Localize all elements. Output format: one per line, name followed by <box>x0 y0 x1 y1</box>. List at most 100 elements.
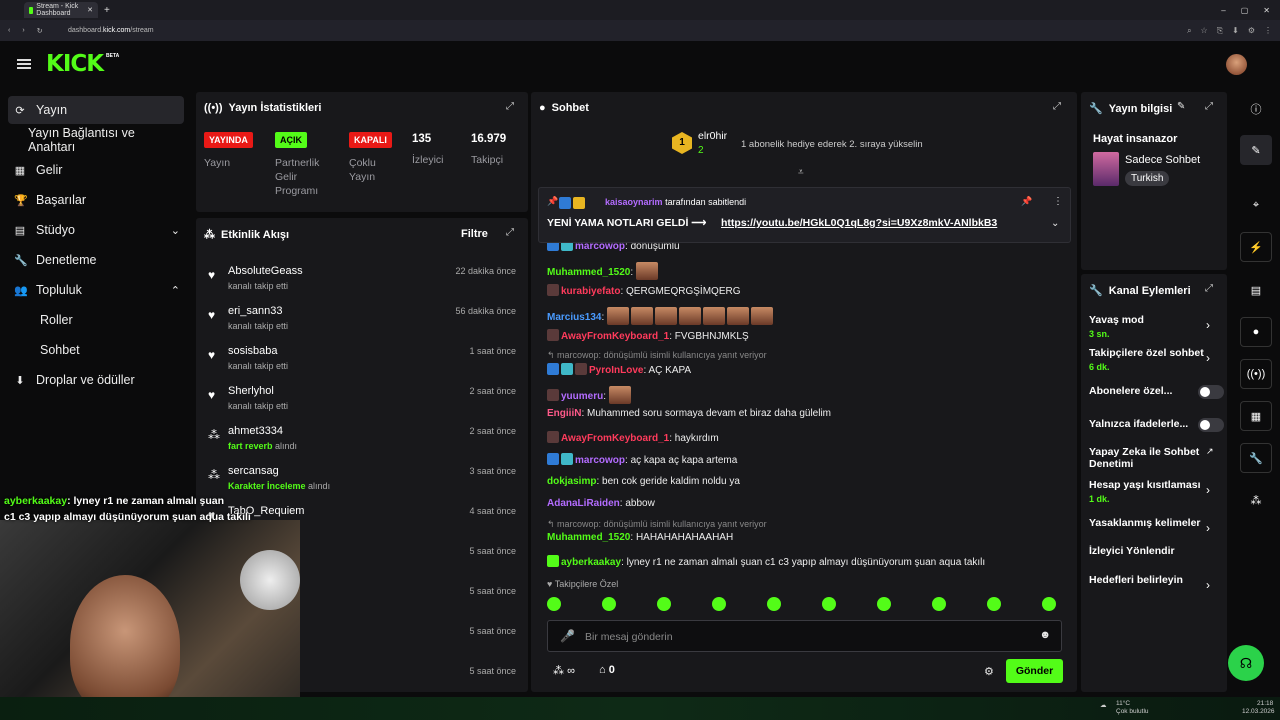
reply-indicator[interactable]: ↰ marcowop: dönüşümlü isimli kullanıcıya… <box>547 350 767 361</box>
channel-action-item[interactable]: Yavaş mod 3 sn. <box>1089 314 1224 339</box>
chat-username[interactable]: dokjasimp <box>547 476 596 487</box>
sidebar-item-studio[interactable]: ▤ Stüdyo ⌄ <box>8 216 184 244</box>
community-icon[interactable]: ⁂ <box>1240 485 1272 515</box>
expand-icon[interactable]: ⤢ <box>1205 101 1213 112</box>
unpin-icon[interactable]: 📌 <box>1021 196 1032 207</box>
pinned-message[interactable]: 📌 kaisaoynarim tarafından sabitlendi YEN… <box>538 187 1071 243</box>
maximize-button[interactable]: ▢ <box>1241 6 1249 15</box>
chat-settings-icon[interactable]: ⚙ <box>984 665 994 678</box>
chevron-down-icon[interactable]: ⌄ <box>1051 218 1059 229</box>
user-avatar[interactable] <box>1226 54 1247 75</box>
search-icon[interactable]: ⌕ <box>1187 26 1191 36</box>
copy-icon[interactable]: ⎘ <box>1217 26 1223 36</box>
quick-emote-icon[interactable] <box>877 597 891 611</box>
toggle-switch[interactable] <box>1198 418 1224 432</box>
chat-input[interactable]: 🎤 Bir mesaj gönderin ☻ <box>547 620 1062 652</box>
screen-share-icon[interactable]: ⌖ <box>1240 190 1272 220</box>
activity-user[interactable]: AbsoluteGeass <box>228 265 303 277</box>
close-tab-icon[interactable]: ✕ <box>87 6 93 14</box>
channel-action-item[interactable]: Yapay Zeka ile Sohbet Denetimi <box>1089 446 1224 470</box>
url-field[interactable]: dashboard.kick.com/stream <box>68 27 154 34</box>
pinned-link[interactable]: https://youtu.be/HGkL0Q1qL8g?si=U9Xz8mkV… <box>721 217 997 229</box>
channel-action-item[interactable]: Yasaklanmış kelimeler <box>1089 517 1224 529</box>
chevron-right-icon[interactable]: › <box>1206 521 1210 535</box>
microphone-icon[interactable]: 🎤 <box>560 629 575 643</box>
broadcast-icon[interactable]: ((•)) <box>1240 359 1272 389</box>
reply-indicator[interactable]: ↰ marcowop: dönüşümlü isimli kullanıcıya… <box>547 519 767 530</box>
emoji-icon[interactable]: ☻ <box>1039 629 1051 641</box>
chat-username[interactable]: AdanaLiRaiden <box>547 498 620 509</box>
flash-icon[interactable]: ⚡ <box>1240 232 1272 262</box>
top-gifter-name[interactable]: elr0hir <box>698 130 727 142</box>
document-icon[interactable]: ▤ <box>1240 275 1272 305</box>
activity-user[interactable]: sercansag <box>228 465 279 477</box>
chevron-right-icon[interactable]: › <box>1206 578 1210 592</box>
channel-points[interactable]: ⁂ ∞ <box>553 664 575 677</box>
chevron-right-icon[interactable]: › <box>1206 318 1210 332</box>
menu-icon[interactable]: ⋮ <box>1264 26 1272 36</box>
sidebar-item-achievements[interactable]: 🏆 Başarılar <box>8 186 184 214</box>
external-link-icon[interactable]: ↗ <box>1206 446 1214 457</box>
scroll-down-icon[interactable]: ⩡ <box>798 167 804 178</box>
quick-emote-icon[interactable] <box>767 597 781 611</box>
hamburger-menu-icon[interactable] <box>17 59 31 69</box>
back-button[interactable]: ‹ <box>8 27 10 35</box>
expand-icon[interactable]: ⤢ <box>1205 283 1213 294</box>
chat-icon[interactable]: ● <box>1240 317 1272 347</box>
activity-user[interactable]: eri_sann33 <box>228 305 282 317</box>
channel-action-item[interactable]: Takipçilere özel sohbet 6 dk. <box>1089 347 1224 372</box>
browser-tab[interactable]: Stream - Kick Dashboard ✕ <box>24 2 98 18</box>
chat-username[interactable]: AwayFromKeyboard_1 <box>561 433 669 444</box>
expand-icon[interactable]: ⤢ <box>506 101 514 112</box>
sidebar-item-stream[interactable]: ⟳ Yayın <box>8 96 184 124</box>
chat-username[interactable]: Muhammed_1520 <box>547 267 630 278</box>
quick-emote-icon[interactable] <box>1042 597 1056 611</box>
support-chat-button[interactable]: ☊ <box>1228 645 1264 681</box>
chat-username[interactable]: Marcius134 <box>547 312 601 323</box>
chevron-right-icon[interactable]: › <box>1206 351 1210 365</box>
chat-username[interactable]: AwayFromKeyboard_1 <box>561 331 669 342</box>
chat-username[interactable]: EngiiiN <box>547 408 581 419</box>
sidebar-item-revenue[interactable]: ▦ Gelir <box>8 156 184 184</box>
quick-emote-icon[interactable] <box>712 597 726 611</box>
close-window-button[interactable]: ✕ <box>1263 6 1270 15</box>
sidebar-item-community[interactable]: 👥 Topluluk ⌃ <box>8 276 184 304</box>
more-options-icon[interactable]: ⋮ <box>1053 196 1063 207</box>
info-icon[interactable]: ⓘ <box>1240 94 1272 124</box>
sidebar-item-stream-key[interactable]: Yayın Bağlantısı ve Anahtarı <box>8 126 184 154</box>
kick-logo[interactable]: KICK <box>46 51 104 77</box>
forward-button[interactable]: › <box>22 27 24 35</box>
channel-action-item[interactable]: Hedefleri belirleyin <box>1089 574 1224 586</box>
chat-username[interactable]: ayberkaakay <box>561 557 621 568</box>
minimize-button[interactable]: – <box>1221 6 1225 15</box>
channel-action-item[interactable]: İzleyici Yönlendir <box>1089 545 1224 557</box>
sidebar-item-drops[interactable]: ⬇ Droplar ve ödüller <box>8 366 184 394</box>
activity-user[interactable]: sosisbaba <box>228 345 278 357</box>
new-tab-button[interactable]: + <box>104 5 110 16</box>
layout-icon[interactable]: ▦ <box>1240 401 1272 431</box>
chat-username[interactable]: kurabiyefato <box>561 286 620 297</box>
edit-icon[interactable]: ✎ <box>1240 135 1272 165</box>
reload-button[interactable]: ↻ <box>37 27 43 35</box>
expand-icon[interactable]: ⤢ <box>506 227 514 238</box>
chat-username[interactable]: PyroInLove <box>589 365 643 376</box>
edit-icon[interactable]: ✎ <box>1177 101 1185 112</box>
gift-counter[interactable]: ⌂ 0 <box>599 664 615 676</box>
wrench-icon[interactable]: 🔧 <box>1240 443 1272 473</box>
chat-username[interactable]: marcowop <box>575 455 625 466</box>
sidebar-item-moderation[interactable]: 🔧 Denetleme <box>8 246 184 274</box>
download-icon[interactable]: ⬇ <box>1232 26 1239 36</box>
activity-user[interactable]: ahmet3334 <box>228 425 283 437</box>
channel-action-item[interactable]: Hesap yaşı kısıtlaması 1 dk. <box>1089 479 1224 504</box>
chat-username[interactable]: Muhammed_1520 <box>547 532 630 543</box>
quick-emote-icon[interactable] <box>987 597 1001 611</box>
chevron-right-icon[interactable]: › <box>1206 483 1210 497</box>
send-button[interactable]: Gönder <box>1006 659 1063 683</box>
filter-button[interactable]: Filtre <box>461 228 488 240</box>
quick-emote-icon[interactable] <box>602 597 616 611</box>
sidebar-item-roles[interactable]: Roller <box>8 306 184 334</box>
bookmark-icon[interactable]: ☆ <box>1201 26 1208 36</box>
sidebar-item-chat[interactable]: Sohbet <box>8 336 184 364</box>
toggle-switch[interactable] <box>1198 385 1224 399</box>
chat-username[interactable]: yuumeru <box>561 391 603 402</box>
